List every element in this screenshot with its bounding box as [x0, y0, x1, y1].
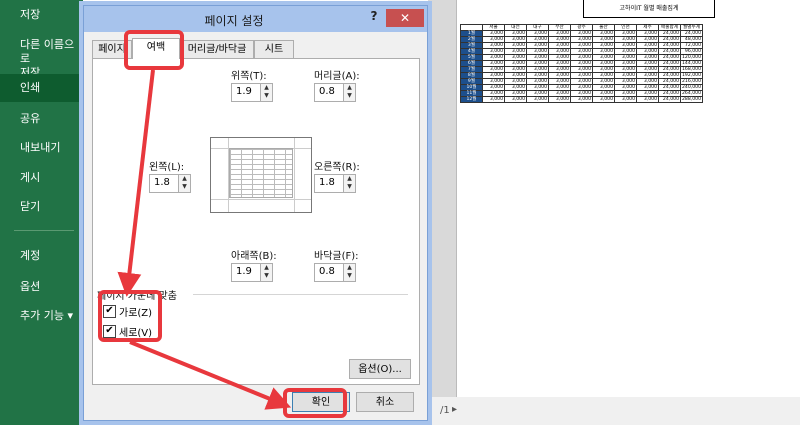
next-page-icon[interactable]: ▸ — [452, 404, 457, 415]
preview-cell: 264,000 — [680, 90, 703, 97]
header-margin-spinner[interactable]: 0.8 ▲ ▼ — [314, 83, 356, 102]
preview-cell: 3,000 — [548, 96, 571, 103]
preview-cell: 216,000 — [680, 78, 703, 85]
preview-row: 7월 3,000 3,000 3,000 3,000 3,000 3,000 3,000 3,0… — [460, 66, 703, 73]
preview-guide-line — [294, 138, 295, 212]
page-number-box[interactable] — [432, 405, 435, 416]
top-margin-value[interactable]: 1.9 — [236, 86, 252, 97]
right-margin-value[interactable]: 1.8 — [319, 177, 335, 188]
preview-row: 2월 3,000 3,000 3,000 3,000 3,000 3,000 3,000 3,0… — [460, 36, 703, 43]
preview-row: 12월 3,000 3,000 3,000 3,000 3,000 3,000 3,000 3,… — [460, 96, 703, 103]
preview-cell: 192,000 — [680, 72, 703, 79]
left-margin-label: 왼쪽(L): — [149, 162, 185, 173]
highlight-center-checkboxes — [98, 290, 162, 342]
nav-save[interactable]: 저장 — [0, 8, 83, 22]
group-divider — [193, 294, 408, 295]
print-preview-page: 고하이IT 월별 매출집계 서울 대전 대구 부산 광주 울산 인천 제주 매출합계 월별누계 1… — [456, 0, 800, 397]
header-margin-label: 머리글(A): — [314, 71, 360, 82]
help-button[interactable]: ? — [366, 9, 382, 27]
nav-export[interactable]: 내보내기 — [0, 141, 83, 155]
options-button[interactable]: 옵션(O)... — [349, 359, 411, 379]
preview-row: 9월 3,000 3,000 3,000 3,000 3,000 3,000 3,000 3,0… — [460, 78, 703, 85]
preview-column-header: 매출합계 — [658, 24, 681, 31]
top-margin-label: 위쪽(T): — [231, 71, 267, 82]
footer-margin-spinner[interactable]: 0.8 ▲ ▼ — [314, 263, 356, 282]
backstage-sidebar: 저장 다른 이름으로 저장 인쇄 공유 내보내기 게시 닫기 계정 옵션 추가 … — [0, 0, 83, 425]
cancel-button[interactable]: 취소 — [356, 392, 414, 412]
dialog-titlebar[interactable]: 페이지 설정 ? ✕ — [84, 6, 427, 32]
preview-row: 6월 3,000 3,000 3,000 3,000 3,000 3,000 3,000 3,0… — [460, 60, 703, 67]
preview-row: 4월 3,000 3,000 3,000 3,000 3,000 3,000 3,000 3,0… — [460, 48, 703, 55]
preview-cell: 288,000 — [680, 96, 703, 103]
preview-cell: 3,000 — [482, 96, 505, 103]
preview-row: 8월 3,000 3,000 3,000 3,000 3,000 3,000 3,000 3,0… — [460, 72, 703, 79]
preview-row: 10월 3,000 3,000 3,000 3,000 3,000 3,000 3,000 3,… — [460, 84, 703, 91]
spin-arrows-icon[interactable]: ▲ ▼ — [260, 264, 272, 281]
tab-sheet[interactable]: 시트 — [254, 40, 294, 59]
preview-row: 1월 3,000 3,000 3,000 3,000 3,000 3,000 3,000 3,0… — [460, 30, 703, 37]
nav-divider — [14, 230, 74, 231]
footer-margin-value[interactable]: 0.8 — [319, 266, 335, 277]
spin-arrows-icon[interactable]: ▲ ▼ — [343, 264, 355, 281]
spin-arrows-icon[interactable]: ▲ ▼ — [178, 175, 190, 192]
preview-cell: 168,000 — [680, 66, 703, 73]
preview-row: 11월 3,000 3,000 3,000 3,000 3,000 3,000 3,000 3,… — [460, 90, 703, 97]
right-margin-spinner[interactable]: 1.8 ▲ ▼ — [314, 174, 356, 193]
tab-header-footer[interactable]: 머리글/바닥글 — [180, 40, 254, 59]
preview-cell: 24,000 — [658, 96, 681, 103]
nav-publish[interactable]: 게시 — [0, 171, 83, 185]
nav-addins[interactable]: 추가 기능 ▾ — [0, 309, 83, 323]
preview-cell: 144,000 — [680, 60, 703, 67]
preview-row: 5월 3,000 3,000 3,000 3,000 3,000 3,000 3,000 3,0… — [460, 54, 703, 61]
preview-guide-line — [211, 199, 311, 200]
page-total: /1 — [440, 405, 450, 416]
header-margin-value[interactable]: 0.8 — [319, 86, 335, 97]
preview-sheet-title: 고하이IT 월별 매출집계 — [583, 0, 715, 18]
tab-margins[interactable]: 여백 — [132, 38, 180, 59]
preview-column-header: 월별누계 — [680, 24, 703, 31]
preview-grid — [229, 148, 293, 198]
page-navigator: /1 ▸ — [428, 397, 800, 425]
preview-cell: 3,000 — [570, 96, 593, 103]
preview-cell: 120,000 — [680, 54, 703, 61]
nav-share[interactable]: 공유 — [0, 112, 83, 126]
preview-cell: 3,000 — [636, 96, 659, 103]
spin-arrows-icon[interactable]: ▲ ▼ — [260, 84, 272, 101]
nav-options[interactable]: 옵션 — [0, 280, 83, 294]
preview-table: 서울 대전 대구 부산 광주 울산 인천 제주 매출합계 월별누계 1월 3,000 3,000 3,0… — [460, 24, 703, 103]
spin-arrows-icon[interactable]: ▲ ▼ — [343, 175, 355, 192]
footer-margin-label: 바닥글(F): — [314, 251, 359, 262]
highlight-ok-button — [283, 388, 347, 418]
nav-close[interactable]: 닫기 — [0, 200, 83, 214]
preview-cell: 3,000 — [614, 96, 637, 103]
left-margin-spinner[interactable]: 1.8 ▲ ▼ — [149, 174, 191, 193]
top-margin-spinner[interactable]: 1.9 ▲ ▼ — [231, 83, 273, 102]
preview-row-header: 12월 — [460, 96, 483, 103]
nav-account[interactable]: 계정 — [0, 249, 83, 263]
preview-cell: 3,000 — [592, 96, 615, 103]
bottom-margin-value[interactable]: 1.9 — [236, 266, 252, 277]
close-button[interactable]: ✕ — [386, 9, 424, 27]
margin-preview — [210, 137, 312, 213]
preview-cell: 3,000 — [504, 96, 527, 103]
preview-cell: 240,000 — [680, 84, 703, 91]
preview-body: 1월 3,000 3,000 3,000 3,000 3,000 3,000 3,000 3,0… — [460, 30, 703, 103]
preview-header-row: 서울 대전 대구 부산 광주 울산 인천 제주 매출합계 월별누계 — [460, 24, 703, 31]
left-margin-value[interactable]: 1.8 — [154, 177, 170, 188]
bottom-margin-spinner[interactable]: 1.9 ▲ ▼ — [231, 263, 273, 282]
bottom-margin-label: 아래쪽(B): — [231, 251, 277, 262]
right-margin-label: 오른쪽(R): — [314, 162, 360, 173]
dialog-title: 페이지 설정 — [204, 14, 264, 28]
spin-arrows-icon[interactable]: ▲ ▼ — [343, 84, 355, 101]
preview-cell: 3,000 — [526, 96, 549, 103]
preview-row: 3월 3,000 3,000 3,000 3,000 3,000 3,000 3,000 3,0… — [460, 42, 703, 49]
nav-print[interactable]: 인쇄 — [0, 74, 83, 102]
